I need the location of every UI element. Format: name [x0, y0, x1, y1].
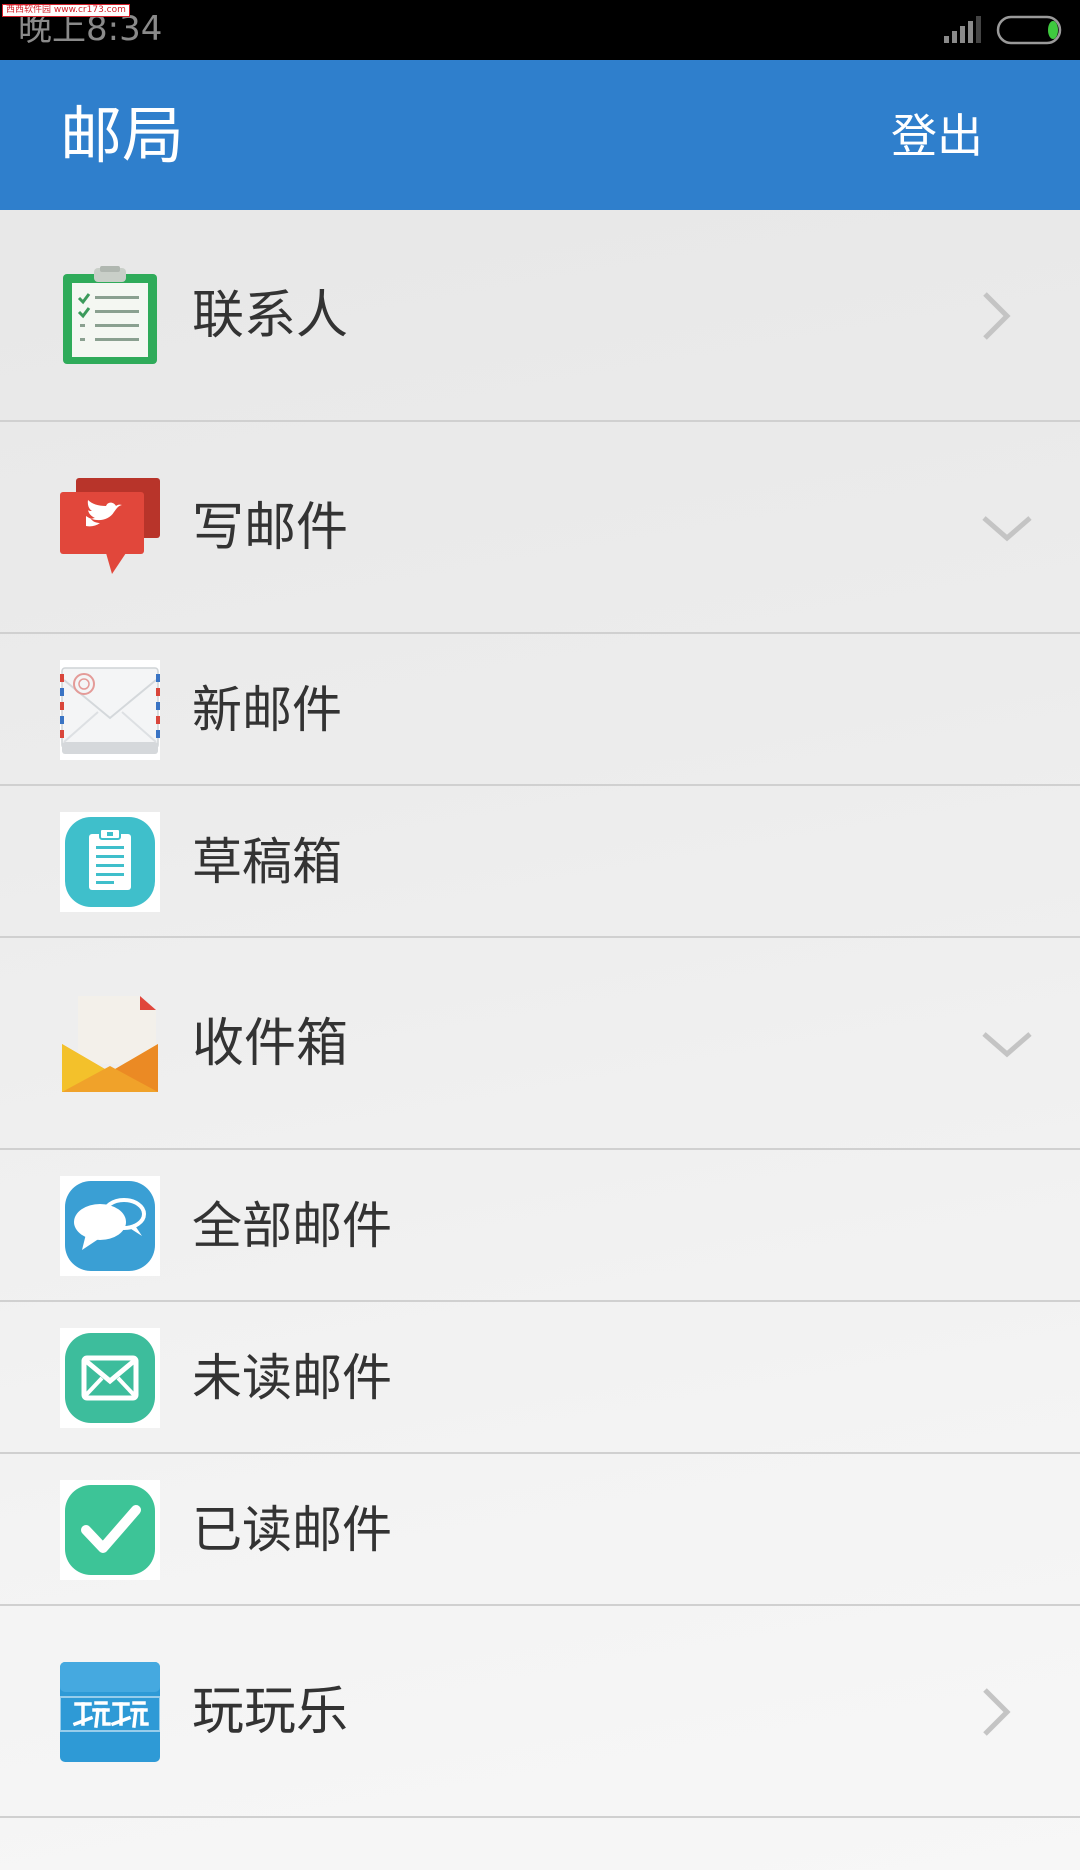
app-bar: 邮局 登出	[0, 60, 1080, 210]
open-envelope-icon	[60, 994, 160, 1094]
menu-item-contacts[interactable]: 联系人	[0, 210, 1080, 422]
status-bar: 晚上8:34 西西软件园 www.cr173.com	[0, 0, 1080, 60]
clipboard-list-icon	[60, 266, 160, 366]
menu-item-label: 收件箱	[192, 1014, 349, 1074]
chevron-right-icon	[970, 1682, 1020, 1742]
battery-icon	[996, 15, 1062, 45]
menu-item-fun[interactable]: 玩玩乐	[0, 1606, 1080, 1818]
menu-item-new-mail[interactable]: 新邮件	[0, 634, 1080, 786]
play-logo-icon	[60, 1662, 160, 1762]
menu-item-drafts[interactable]: 草稿箱	[0, 786, 1080, 938]
page-title: 邮局	[60, 99, 185, 172]
logout-button[interactable]: 登出	[891, 108, 983, 164]
menu-item-label: 未读邮件	[192, 1349, 392, 1407]
envelope-icon	[60, 1328, 160, 1428]
watermark: 西西软件园 www.cr173.com	[2, 4, 130, 17]
menu-item-label: 新邮件	[192, 681, 342, 739]
airmail-envelope-icon	[60, 660, 160, 760]
chevron-down-icon	[980, 1014, 1035, 1074]
menu-item-label: 联系人	[192, 286, 349, 346]
menu-item-compose[interactable]: 写邮件	[0, 422, 1080, 634]
menu-item-inbox[interactable]: 收件箱	[0, 938, 1080, 1150]
signal-icon	[944, 16, 981, 43]
speech-bubble-icon	[60, 478, 160, 578]
menu-item-label: 全部邮件	[192, 1197, 392, 1255]
chat-bubbles-icon	[60, 1176, 160, 1276]
chevron-right-icon	[970, 286, 1020, 346]
notepad-icon	[60, 812, 160, 912]
menu-item-label: 写邮件	[192, 498, 349, 558]
menu-item-label: 已读邮件	[192, 1501, 392, 1559]
menu-item-label: 草稿箱	[192, 833, 342, 891]
menu-item-unread[interactable]: 未读邮件	[0, 1302, 1080, 1454]
menu-item-read[interactable]: 已读邮件	[0, 1454, 1080, 1606]
menu-list: 联系人 写邮件 新邮件 草稿箱 收件箱 全部邮件 未读邮件 已读邮件 玩玩乐	[0, 210, 1080, 1818]
menu-item-label: 玩玩乐	[192, 1682, 349, 1742]
menu-item-all-mail[interactable]: 全部邮件	[0, 1150, 1080, 1302]
checkmark-icon	[60, 1480, 160, 1580]
chevron-down-icon	[980, 498, 1035, 558]
